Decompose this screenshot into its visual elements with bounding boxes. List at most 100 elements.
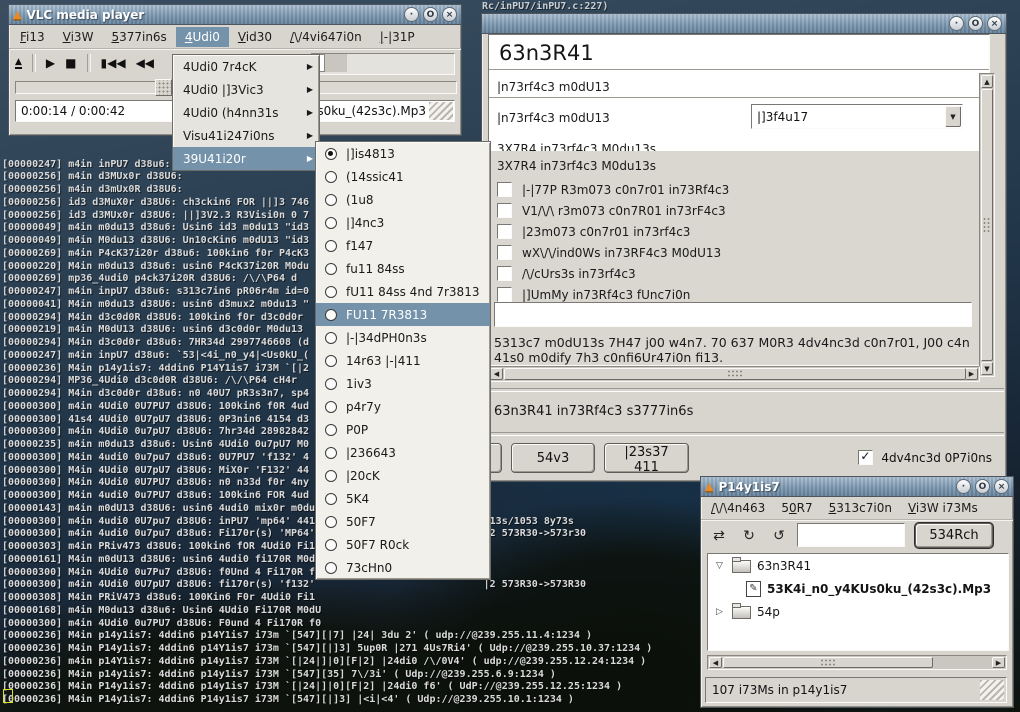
menu-item[interactable]: Fi13	[11, 27, 54, 47]
seek-thumb[interactable]	[155, 79, 172, 96]
folder-icon	[732, 560, 751, 573]
menu-item[interactable]: 4Udi0	[176, 27, 229, 47]
repeat-icon[interactable]: ↺	[767, 524, 791, 546]
playlist-tree-row[interactable]: ✎ 53K4i_n0_y4KUs0ku_(42s3c).Mp3	[708, 577, 1008, 600]
checkbox-icon[interactable]	[497, 266, 512, 281]
interface-checkbox-row[interactable]: wX\/\/ind0Ws in73RF4c3 M0dU13	[489, 242, 989, 263]
chevron-down-icon[interactable]: ▼	[945, 106, 961, 127]
scrollbar-thumb[interactable]	[723, 657, 933, 668]
equalizer-menu-item[interactable]: 14r63 |-|411	[316, 349, 490, 372]
scroll-left-icon[interactable]: ◀	[709, 657, 722, 668]
audio-menu-item[interactable]: 4Udi0 |]3Vic3 ▶	[173, 78, 319, 101]
radio-icon	[325, 309, 337, 321]
menu-item[interactable]: Vid30	[229, 27, 281, 47]
horizontal-scrollbar[interactable]: ◀ ▶	[488, 366, 980, 382]
scroll-left-icon[interactable]: ◀	[490, 368, 503, 380]
menu-item[interactable]: 5377in6s	[102, 27, 175, 47]
shade-button[interactable]: ·	[949, 16, 964, 31]
scroll-down-icon[interactable]: ▼	[981, 362, 993, 375]
equalizer-menu-item[interactable]: p4r7y	[316, 395, 490, 418]
prefs-titlebar[interactable]: · O ×	[482, 14, 1006, 34]
equalizer-menu-item[interactable]: 5K4	[316, 487, 490, 510]
maximize-button[interactable]: O	[423, 7, 438, 22]
horizontal-scrollbar[interactable]: ◀ ▶	[707, 655, 1007, 670]
shade-button[interactable]: ·	[956, 479, 971, 494]
equalizer-menu-item[interactable]: 73cHn0	[316, 556, 490, 579]
checkbox-icon[interactable]	[858, 450, 873, 465]
maximize-button[interactable]: O	[975, 479, 990, 494]
equalizer-menu-item[interactable]: |]4nc3	[316, 211, 490, 234]
equalizer-menu-item[interactable]: (14ssic41	[316, 165, 490, 188]
eject-button[interactable]: ▲	[15, 58, 22, 69]
equalizer-menu-item[interactable]: |-|34dPH0n3s	[316, 326, 490, 349]
scroll-up-icon[interactable]: ▲	[981, 75, 993, 88]
equalizer-menu-item[interactable]: FU11 7R3813	[316, 303, 490, 326]
divider	[489, 69, 989, 73]
audio-menu-item[interactable]: 39U41i20r ▶	[173, 147, 319, 170]
resize-grip[interactable]	[980, 680, 1004, 700]
divider	[484, 432, 1004, 436]
vlc-titlebar[interactable]: ▲ VLC media player · O ×	[9, 5, 461, 25]
equalizer-menu-item[interactable]: f147	[316, 234, 490, 257]
checkbox-icon[interactable]	[497, 203, 512, 218]
menu-item[interactable]: Vi3W	[54, 27, 103, 47]
playlist-tree-row[interactable]: ✎ 54p	[708, 600, 1008, 623]
equalizer-menu-item[interactable]: (1u8	[316, 188, 490, 211]
volume-slider[interactable]	[311, 53, 455, 75]
shade-button[interactable]: ·	[404, 7, 419, 22]
checkbox-icon[interactable]	[497, 182, 512, 197]
interface-checkbox-row[interactable]: /\/cUrs3s in73rf4c3	[489, 263, 989, 284]
audio-menu-item[interactable]: Visu41i247i0ns ▶	[173, 124, 319, 147]
menu-item[interactable]: |-|31P	[371, 27, 424, 47]
equalizer-menu-item[interactable]: 50F7 R0ck	[316, 533, 490, 556]
menu-item[interactable]: /\/\4n463	[703, 498, 773, 518]
custom-interface-input[interactable]	[494, 302, 972, 327]
search-input[interactable]	[797, 523, 905, 547]
menu-item[interactable]: Vi3W i73Ms	[900, 498, 986, 518]
checkbox-icon[interactable]	[497, 287, 512, 302]
maximize-button[interactable]: O	[968, 16, 983, 31]
checkbox-icon[interactable]	[497, 224, 512, 239]
tree-twisty-icon[interactable]	[716, 561, 726, 571]
tree-twisty-icon[interactable]	[716, 607, 726, 617]
play-button[interactable]: ▶	[46, 56, 55, 70]
interface-checkbox-row[interactable]: V1/\/\ r3m073 c0n7R01 in73rF4c3	[489, 200, 989, 221]
menu-item[interactable]: 5313c7i0n	[821, 498, 900, 518]
equalizer-menu-item[interactable]: |236643	[316, 441, 490, 464]
menu-item[interactable]: 50R7	[773, 498, 820, 518]
advanced-options-row[interactable]: 4dv4nc3d 0P7i0ns	[858, 450, 992, 465]
loop-icon[interactable]: ↻	[737, 524, 761, 546]
search-button[interactable]: 534Rch	[915, 523, 993, 548]
equalizer-menu-item[interactable]: |]is4813	[316, 142, 490, 165]
equalizer-menu-item[interactable]: 1iv3	[316, 372, 490, 395]
equalizer-menu-item[interactable]: fu11 84ss	[316, 257, 490, 280]
audio-menu-item[interactable]: 4Udi0 (h4nn31s ▶	[173, 101, 319, 124]
equalizer-menu-item[interactable]: |20cK	[316, 464, 490, 487]
save-button[interactable]: 54v3	[511, 443, 595, 473]
close-button[interactable]: ×	[994, 479, 1009, 494]
playlist-tree-row[interactable]: ✎ 63n3R41	[708, 554, 1008, 577]
scroll-right-icon[interactable]: ▶	[992, 657, 1005, 668]
equalizer-menu-item[interactable]: P0P	[316, 418, 490, 441]
checkbox-icon[interactable]	[497, 245, 512, 260]
previous-button[interactable]: ▮◀◀	[101, 56, 126, 70]
reset-all-button[interactable]: |23s37 411	[604, 443, 689, 473]
equalizer-menu-item[interactable]: 50F7	[316, 510, 490, 533]
rewind-button[interactable]: ◀◀	[136, 56, 154, 70]
random-icon[interactable]: ⇄	[707, 524, 731, 546]
scrollbar-thumb[interactable]	[504, 368, 966, 380]
vertical-scrollbar[interactable]: ▲ ▼	[979, 73, 995, 377]
stop-button[interactable]: ■	[65, 56, 76, 70]
close-button[interactable]: ×	[987, 16, 1002, 31]
playlist-titlebar[interactable]: ▲ P14y1is7 · O ×	[701, 477, 1013, 497]
interface-checkbox-row[interactable]: |23m073 c0n7r01 in73rf4c3	[489, 221, 989, 242]
scroll-right-icon[interactable]: ▶	[965, 368, 978, 380]
menu-item[interactable]: /\/4vi647i0n	[281, 27, 371, 47]
close-button[interactable]: ×	[442, 7, 457, 22]
interface-checkbox-row[interactable]: |-|77P R3m073 c0n7r01 in73Rf4c3	[489, 179, 989, 200]
audio-menu-item[interactable]: 4Udi0 7r4cK ▶	[173, 55, 319, 78]
resize-grip[interactable]	[429, 102, 453, 120]
scrollbar-thumb[interactable]	[981, 89, 993, 361]
equalizer-menu-item[interactable]: fU11 84ss 4nd 7r3813	[316, 280, 490, 303]
interface-module-combo[interactable]: |]3f4u17 ▼	[751, 104, 963, 129]
